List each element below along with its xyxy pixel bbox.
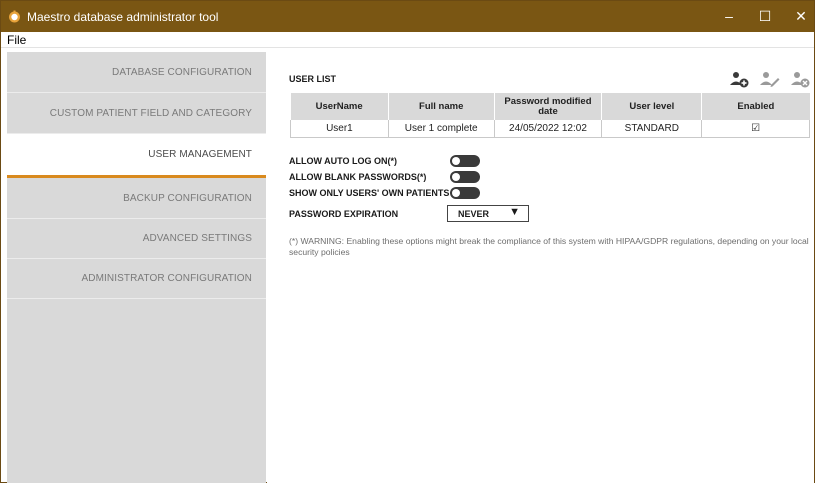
own-patients-toggle[interactable] [450, 187, 480, 199]
minimize-button[interactable]: – [711, 1, 747, 32]
user-table: UserName Full name Password modified dat… [290, 93, 810, 138]
main-content: USER LIST UserName Full name Password mo… [267, 48, 814, 483]
app-window: Maestro database administrator tool – ☐ … [0, 0, 815, 483]
menu-bar: File [1, 32, 814, 48]
table-row[interactable]: User1 User 1 complete 24/05/2022 12:02 S… [290, 120, 810, 138]
enabled-checkbox[interactable]: ☑ [701, 120, 810, 138]
sidebar-item-advanced-settings[interactable]: ADVANCED SETTINGS [7, 218, 266, 259]
blank-passwords-label: ALLOW BLANK PASSWORDS(*) [289, 172, 427, 182]
remove-user-icon[interactable] [789, 68, 811, 90]
toggle-knob [452, 157, 460, 165]
cell-full-name: User 1 complete [387, 120, 495, 138]
sidebar-item-administrator-configuration[interactable]: ADMINISTRATOR CONFIGURATION [7, 258, 266, 299]
column-header-full-name[interactable]: Full name [388, 93, 495, 120]
blank-passwords-toggle[interactable] [450, 171, 480, 183]
app-logo-icon [9, 10, 20, 23]
column-header-username[interactable]: UserName [290, 93, 389, 120]
user-list-title: USER LIST [289, 74, 337, 84]
column-header-user-level[interactable]: User level [601, 93, 703, 120]
chevron-down-icon: ▼ [509, 206, 520, 218]
toggle-knob [452, 189, 460, 197]
menu-file[interactable]: File [7, 33, 26, 47]
title-bar[interactable]: Maestro database administrator tool – ☐ … [1, 1, 814, 32]
compliance-warning: (*) WARNING: Enabling these options migh… [289, 236, 809, 257]
sidebar-item-backup-configuration[interactable]: BACKUP CONFIGURATION [7, 178, 266, 219]
maximize-button[interactable]: ☐ [747, 1, 783, 32]
sidebar-item-database-configuration[interactable]: DATABASE CONFIGURATION [7, 52, 266, 93]
cell-user-level: STANDARD [601, 120, 703, 138]
window-title: Maestro database administrator tool [27, 10, 219, 24]
sidebar-item-user-management[interactable]: USER MANAGEMENT [7, 134, 266, 178]
cell-password-modified: 24/05/2022 12:02 [493, 120, 603, 138]
close-button[interactable]: ✕ [783, 1, 815, 32]
column-header-enabled[interactable]: Enabled [701, 93, 810, 120]
column-header-password-modified[interactable]: Password modified date [494, 93, 603, 120]
cell-username: User1 [290, 120, 389, 138]
sidebar-item-custom-patient-field[interactable]: CUSTOM PATIENT FIELD AND CATEGORY MANAGE… [7, 93, 266, 160]
password-expiration-label: PASSWORD EXPIRATION [289, 209, 399, 219]
auto-log-on-label: ALLOW AUTO LOG ON(*) [289, 156, 397, 166]
password-expiration-value: NEVER [458, 209, 490, 219]
sidebar: DATABASE CONFIGURATION CUSTOM PATIENT FI… [7, 52, 266, 483]
edit-user-icon[interactable] [759, 68, 781, 90]
own-patients-label: SHOW ONLY USERS' OWN PATIENTS [289, 188, 450, 198]
password-expiration-select[interactable]: NEVER ▼ [447, 205, 529, 222]
add-user-icon[interactable] [728, 68, 750, 90]
toggle-knob [452, 173, 460, 181]
auto-log-on-toggle[interactable] [450, 155, 480, 167]
